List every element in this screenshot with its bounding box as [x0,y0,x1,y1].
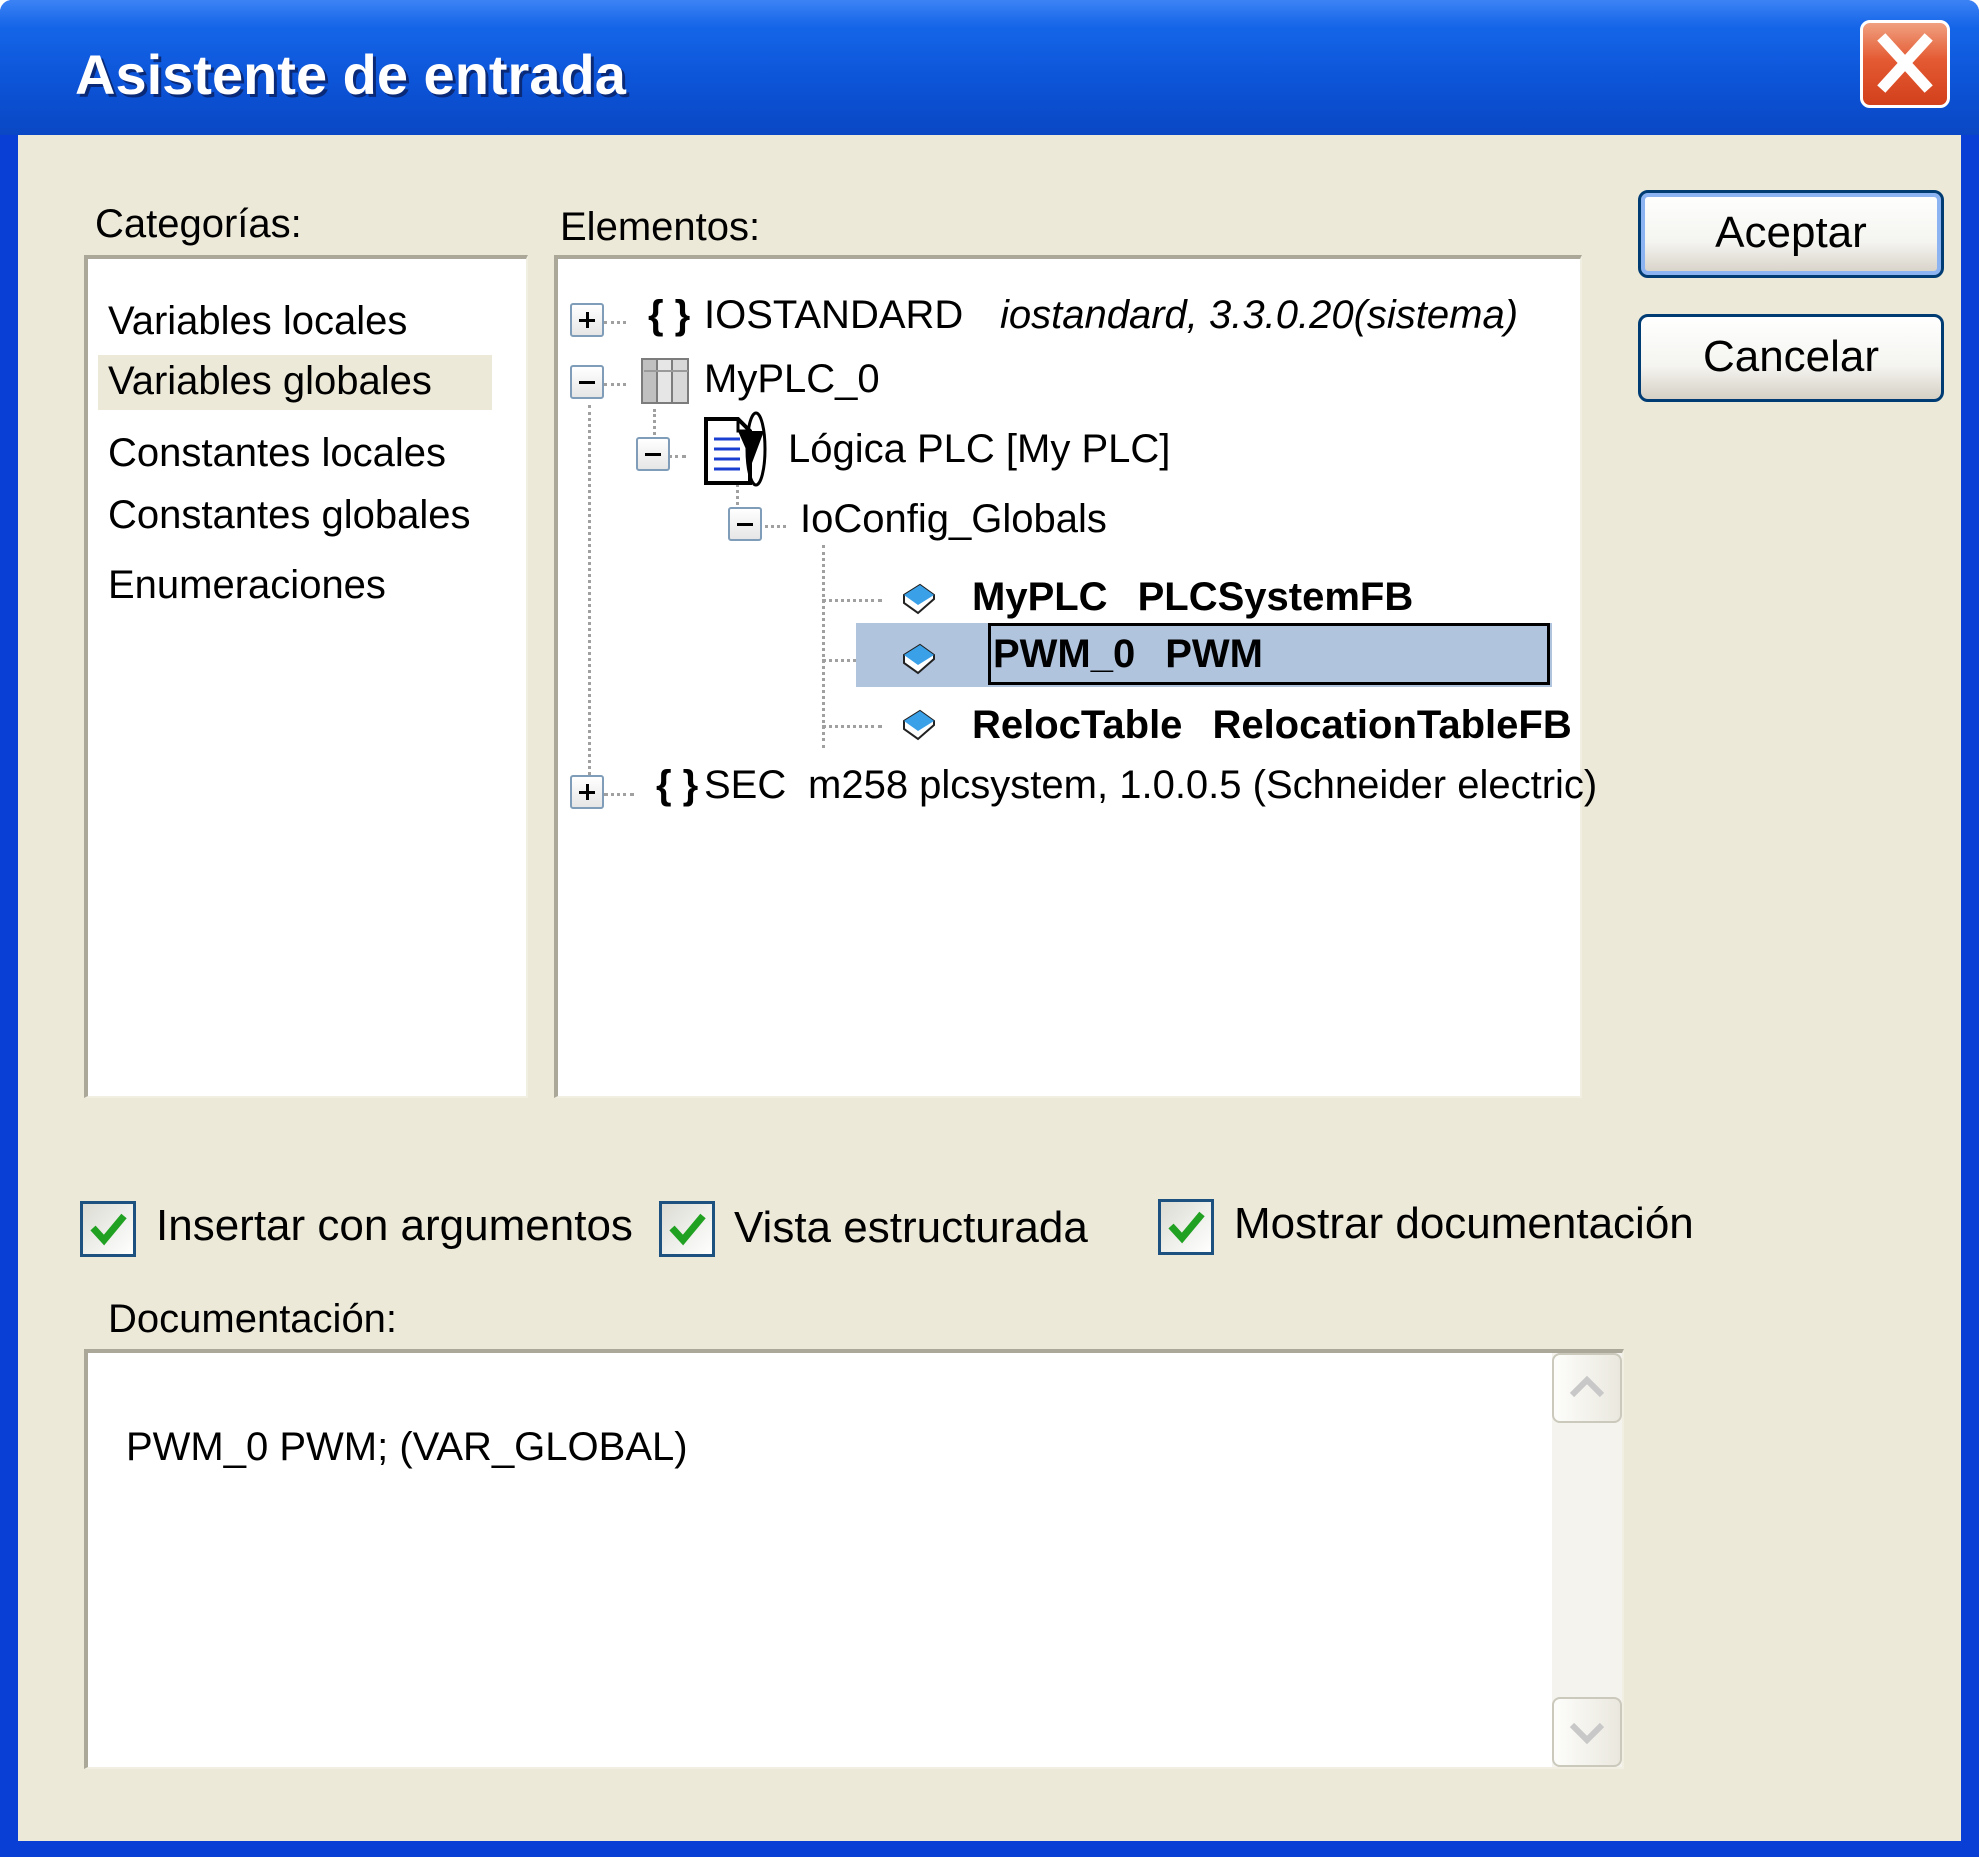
elements-label: Elementos: [560,205,761,249]
category-global-constants[interactable]: Constantes globales [108,493,470,538]
categories-list[interactable]: Variables locales Variables globales Con… [84,255,528,1098]
plc-logic-icon [704,411,767,487]
var-name: RelocTable [972,703,1183,747]
category-enumerations[interactable]: Enumeraciones [108,563,386,608]
var-name: PWM_0 [993,632,1136,676]
show-documentation-checkbox[interactable] [1158,1199,1214,1255]
tree-var-reloctable[interactable]: RelocTable RelocationTableFB [972,703,1572,748]
close-button[interactable] [1860,20,1950,108]
var-name: MyPLC [972,575,1108,619]
tree-node-ioconfig-globals[interactable]: IoConfig_Globals [800,497,1107,542]
accept-button[interactable]: Aceptar [1638,190,1944,278]
collapse-myplc-toggle[interactable] [570,365,604,399]
elements-tree[interactable]: { } IOSTANDARD iostandard, 3.3.0.20(sist… [554,255,1597,1098]
show-documentation-label[interactable]: Mostrar documentación [1234,1199,1694,1249]
expand-sec-toggle[interactable] [570,775,604,809]
documentation-scrollbar[interactable] [1552,1353,1622,1767]
variable-instance-icon [903,643,935,675]
checkmark-icon [1168,1211,1205,1244]
chevron-down-icon [1569,1722,1605,1745]
variable-instance-icon [903,709,935,741]
variable-instance-icon [903,583,935,615]
dialog-client-area: Categorías: Variables locales Variables … [18,135,1961,1841]
structured-view-checkbox[interactable] [659,1201,715,1257]
dialog-title: Asistente de entrada [75,43,626,106]
category-local-variables[interactable]: Variables locales [108,299,407,344]
tree-var-pwm0[interactable]: PWM_0 PWM [988,623,1550,685]
title-bar[interactable]: Asistente de entrada [0,0,1979,135]
scroll-up-button[interactable] [1552,1353,1622,1423]
library-braces-icon: { } [656,763,699,807]
iostandard-info: iostandard, 3.3.0.20(sistema) [1000,293,1519,337]
checkmark-icon [90,1213,127,1246]
tree-node-myplc[interactable]: MyPLC_0 [704,357,880,402]
cancel-button[interactable]: Cancelar [1638,314,1944,402]
tree-var-myplc[interactable]: MyPLC PLCSystemFB [972,575,1413,620]
collapse-ioconfig-toggle[interactable] [728,507,762,541]
documentation-text: PWM_0 PWM; (VAR_GLOBAL) [126,1425,688,1469]
structured-view-label[interactable]: Vista estructurada [734,1203,1088,1253]
chevron-up-icon [1569,1375,1605,1398]
sec-info: m258 plcsystem, 1.0.0.5 (Schneider elect… [808,763,1598,807]
categories-label: Categorías: [95,202,302,246]
dialog-window: Asistente de entrada Categorías: Variabl… [0,0,1979,1857]
tree-node-plc-logic[interactable]: Lógica PLC [My PLC] [788,427,1170,472]
var-type: PWM [1165,632,1264,676]
var-type: PLCSystemFB [1137,575,1414,619]
insert-with-arguments-label[interactable]: Insertar con argumentos [156,1201,633,1251]
checkmark-icon [669,1213,706,1246]
tree-node-sec[interactable]: SEC [704,763,786,808]
var-type: RelocationTableFB [1212,703,1572,747]
category-global-variables[interactable]: Variables globales [98,355,492,410]
scroll-down-button[interactable] [1552,1697,1622,1767]
close-icon [1877,33,1933,93]
collapse-plc-logic-toggle[interactable] [636,437,670,471]
insert-with-arguments-checkbox[interactable] [80,1201,136,1257]
plc-device-icon [641,358,689,404]
documentation-textarea[interactable]: PWM_0 PWM; (VAR_GLOBAL) [84,1349,1624,1769]
tree-node-iostandard[interactable]: IOSTANDARD [704,293,963,338]
library-braces-icon: { } [648,293,691,337]
documentation-label: Documentación: [108,1297,398,1341]
expand-iostandard-toggle[interactable] [570,303,604,337]
category-local-constants[interactable]: Constantes locales [108,431,446,476]
